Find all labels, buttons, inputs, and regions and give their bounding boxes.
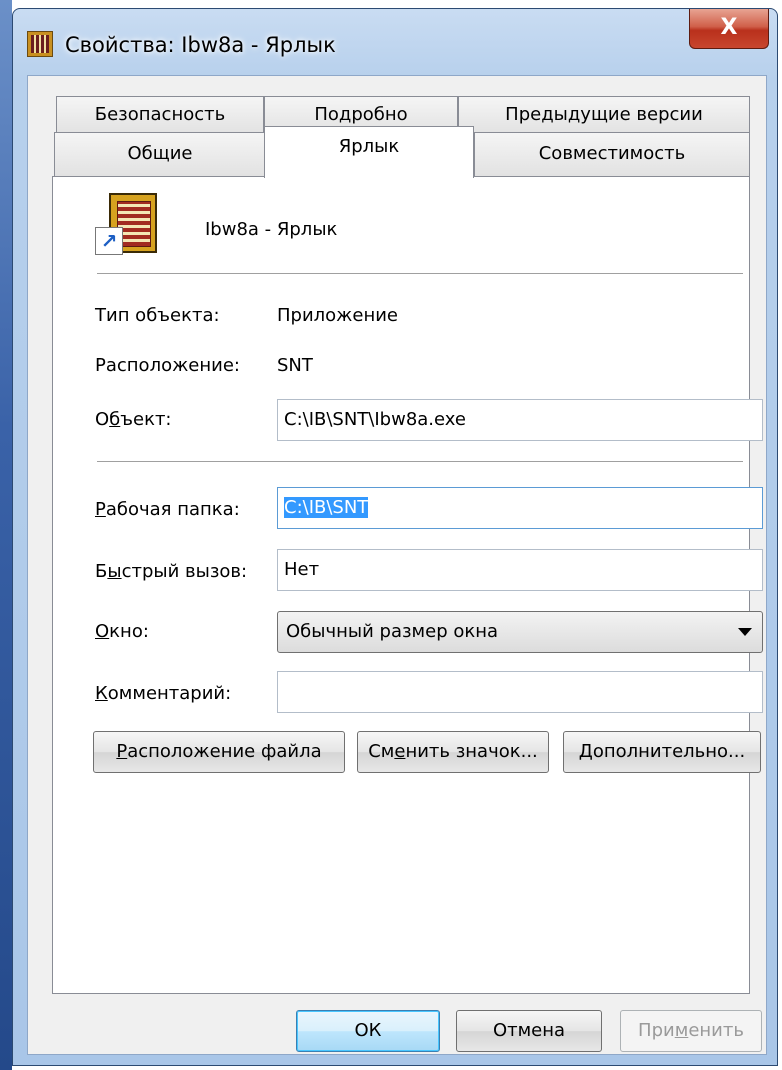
target-label: Объект:: [95, 409, 172, 430]
tab-label: Безопасность: [94, 104, 226, 125]
tab-shortcut[interactable]: Ярлык: [264, 126, 474, 178]
tab-label: Предыдущие версии: [505, 104, 703, 125]
label-text: ъект:: [120, 409, 172, 430]
run-mode-dropdown[interactable]: Обычный размер окна: [277, 611, 763, 653]
object-type-label: Тип объекта:: [95, 305, 220, 326]
location-value: SNT: [277, 355, 313, 376]
access-key: м: [674, 1020, 689, 1041]
cancel-button[interactable]: Отмена: [456, 1010, 602, 1052]
access-key: Д: [578, 741, 593, 762]
label-text: кно:: [109, 621, 149, 642]
hotkey-field[interactable]: Нет: [277, 549, 763, 591]
close-button[interactable]: X: [689, 9, 769, 49]
comment-label: Комментарий:: [95, 683, 231, 704]
tab-previous-versions[interactable]: Предыдущие версии: [458, 96, 750, 134]
dialog-client-area: Безопасность Подробно Предыдущие версии …: [27, 75, 767, 1055]
divider: [97, 461, 743, 463]
shortcut-app-icon: ↗: [95, 193, 159, 257]
working-directory-label: Рабочая папка:: [95, 499, 240, 520]
apply-button[interactable]: Применить: [620, 1010, 762, 1052]
ok-button[interactable]: ОК: [296, 1010, 440, 1052]
properties-dialog: Свойства: Ibw8a - Ярлык X Безопасность П…: [12, 8, 778, 1066]
label-text: Б: [95, 561, 108, 582]
object-type-value: Приложение: [277, 305, 399, 326]
selected-text: C:\IB\SNT: [284, 497, 369, 518]
shortcut-arrow-icon: ↗: [95, 227, 123, 255]
run-mode-value: Обычный размер окна: [286, 621, 499, 642]
access-key: Р: [95, 499, 106, 520]
divider: [97, 273, 743, 275]
change-icon-button[interactable]: Сменить значок...: [357, 731, 549, 773]
open-file-location-button[interactable]: Расположение файла: [93, 731, 345, 773]
shortcut-tab-panel: ↗ Ibw8a - Ярлык Тип объекта: Приложение …: [52, 176, 763, 994]
tab-general[interactable]: Общие: [54, 132, 266, 176]
label-text: стрый вызов:: [121, 561, 248, 582]
button-text: нить значок...: [405, 741, 538, 762]
location-label: Расположение:: [95, 355, 240, 376]
button-text: При: [638, 1020, 675, 1041]
tab-label: Подробно: [314, 104, 408, 125]
access-key: б: [109, 409, 121, 430]
label-text: абочая папка:: [105, 499, 240, 520]
chevron-down-icon: [738, 628, 752, 636]
tab-label: Совместимость: [538, 143, 686, 164]
access-key: ы: [107, 561, 122, 582]
comment-field[interactable]: [277, 671, 763, 713]
working-directory-field[interactable]: C:\IB\SNT: [277, 487, 763, 529]
label-text: омментарий:: [107, 683, 232, 704]
target-field[interactable]: C:\IB\SNT\Ibw8a.exe: [277, 399, 763, 441]
access-key: К: [95, 683, 108, 704]
label-text: О: [95, 409, 110, 430]
access-key: О: [95, 621, 110, 642]
tab-compatibility[interactable]: Совместимость: [474, 132, 750, 176]
window-title: Свойства: Ibw8a - Ярлык: [65, 33, 336, 57]
button-text: енить: [688, 1020, 744, 1041]
shortcut-name: Ibw8a - Ярлык: [205, 219, 338, 240]
tab-label: Ярлык: [338, 136, 400, 157]
hotkey-label: Быстрый вызов:: [95, 561, 247, 582]
desktop-background: [0, 0, 12, 1070]
app-icon: [27, 31, 53, 57]
advanced-button[interactable]: Дополнительно...: [563, 731, 761, 773]
run-mode-label: Окно:: [95, 621, 149, 642]
button-text: ополнительно...: [592, 741, 746, 762]
button-text: См: [368, 741, 395, 762]
button-text: асположение файла: [127, 741, 322, 762]
access-key: е: [394, 741, 406, 762]
title-bar[interactable]: Свойства: Ibw8a - Ярлык X: [13, 9, 777, 73]
access-key: Р: [116, 741, 128, 762]
tab-security[interactable]: Безопасность: [56, 96, 264, 134]
tab-label: Общие: [127, 143, 193, 164]
